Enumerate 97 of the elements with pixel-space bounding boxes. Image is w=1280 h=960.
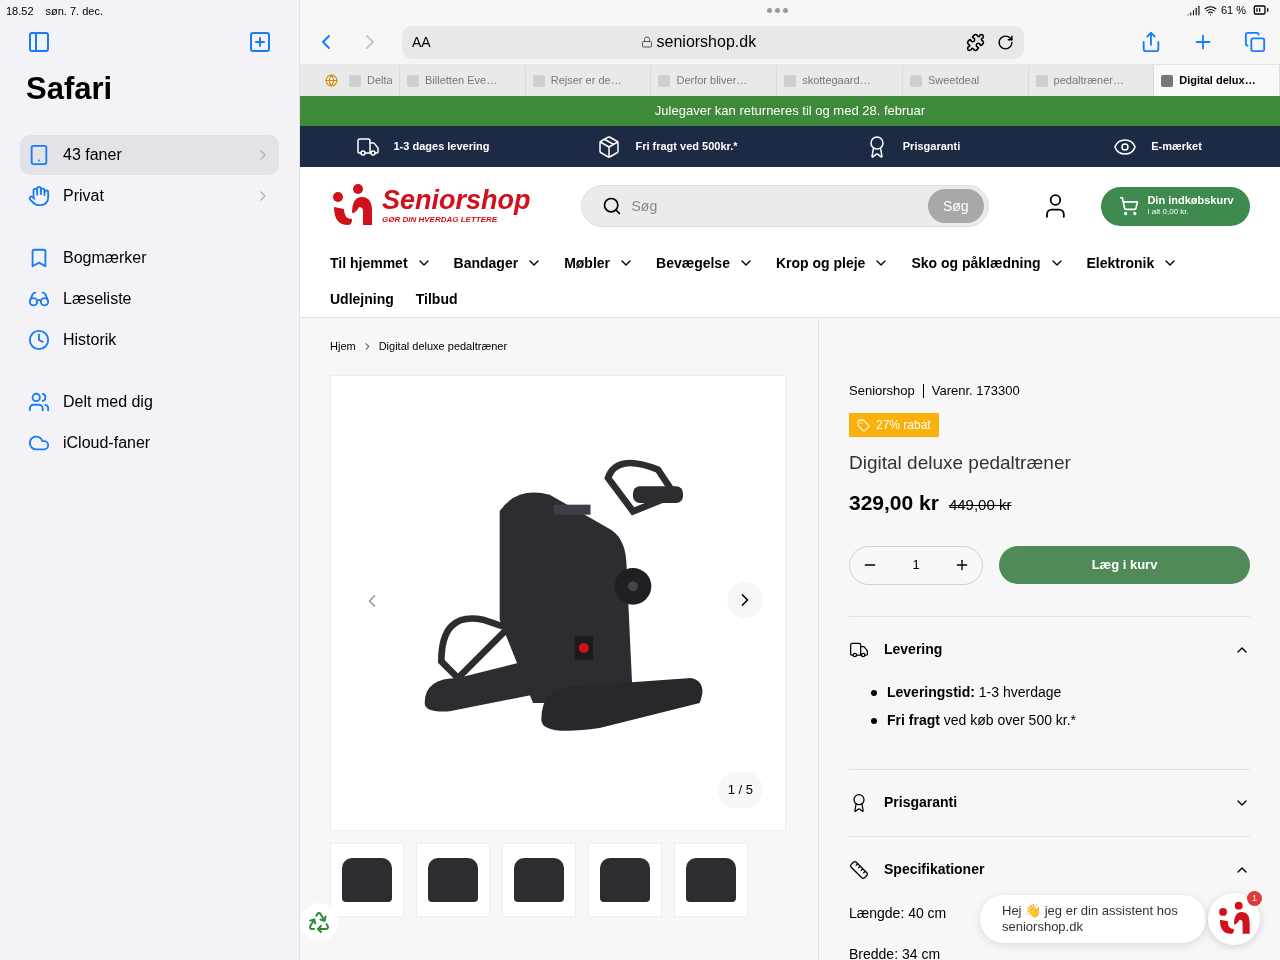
share-icon[interactable] (1140, 31, 1162, 53)
address-bar[interactable]: AA seniorshop.dk (402, 25, 1024, 59)
sidebar-item[interactable]: Delt med dig (20, 381, 279, 422)
browser-tab[interactable]: Delta (342, 65, 400, 96)
delivery-info-text: Fri fragt ved køb over 500 kr.* (887, 711, 1077, 730)
battery-percent: 61 % (1220, 2, 1246, 18)
usp-text: 1-3 dages levering (393, 139, 490, 155)
discount-badge: 27% rabat (849, 413, 939, 437)
spec-text: Bredde: 34 cm (849, 944, 941, 960)
sidebar-item[interactable]: 43 faner (20, 134, 279, 175)
favicon-icon (407, 74, 419, 87)
promo-banner: Julegaver kan returneres til og med 28. februar (300, 96, 1280, 126)
favicon-icon (532, 74, 545, 87)
status-time: 18.52 (6, 4, 34, 19)
cart-total: I alt 0,00 kr. (1147, 206, 1189, 218)
delivery-info-text: Leveringstid: 1-3 hverdage (887, 683, 1062, 702)
search-icon (601, 196, 622, 216)
plus-icon[interactable] (954, 557, 970, 573)
sku-number: Varenr. 173300 (931, 382, 1020, 401)
reload-icon[interactable] (997, 33, 1014, 51)
favicon-icon (1161, 74, 1174, 87)
favicon-icon (784, 74, 797, 87)
image-counter: 1 / 5 (717, 771, 763, 808)
accordion-header[interactable]: Levering (849, 629, 1250, 670)
pinned-tab[interactable] (300, 65, 342, 96)
price: 329,00 kr (849, 489, 939, 516)
favicon-icon (1035, 74, 1048, 87)
wifi-icon (1203, 3, 1217, 17)
favicon-icon (349, 74, 361, 87)
chat-bubble[interactable]: Hej 👋 jeg er din assistent hos seniorshop.dk (980, 895, 1206, 943)
window-dots-icon[interactable] (766, 7, 788, 13)
accordion-header[interactable]: Specifikationer (849, 849, 1250, 890)
ruler-icon (849, 859, 869, 880)
thumbnail-image[interactable] (588, 842, 662, 917)
nav-menu-item[interactable]: Til hjemmet (330, 245, 432, 281)
sidebar-item[interactable]: Bogmærker (20, 237, 279, 278)
brand-name: Seniorshop (849, 382, 915, 401)
thumbnail-image[interactable] (674, 842, 748, 917)
new-tab-group-icon[interactable] (248, 30, 272, 54)
thumbnail-image[interactable] (416, 842, 490, 917)
usp-text: Prisgaranti (902, 139, 961, 155)
clock-icon (28, 328, 50, 351)
sidebar-toggle-icon[interactable] (27, 30, 51, 54)
spec-text: Længde: 40 cm (849, 903, 947, 922)
thumbnail-image[interactable] (330, 842, 404, 917)
text-size-button[interactable]: AA (412, 31, 431, 53)
product-title: Digital deluxe pedaltræner (849, 450, 1072, 475)
sidebar-item[interactable]: Privat (20, 175, 279, 216)
cart-button[interactable]: Din indkøbskurv I alt 0,00 kr. (1101, 186, 1250, 226)
favicon-icon (658, 74, 671, 87)
nav-menu-item[interactable]: Sko og påklædning (911, 245, 1065, 281)
breadcrumb-current: Digital deluxe pedaltræner (378, 339, 508, 354)
people-icon (28, 390, 50, 413)
sidebar-title: Safari (25, 70, 114, 108)
nav-menu-item[interactable]: Krop og pleje (775, 245, 890, 281)
sidebar-item[interactable]: Læseliste (20, 278, 279, 319)
browser-tab[interactable]: skottegaard… (777, 65, 903, 96)
browser-tab[interactable]: Sweetdeal (902, 65, 1029, 96)
hand-icon (28, 184, 50, 207)
nav-menu-item[interactable]: Udlejning (330, 281, 394, 317)
recycle-badge[interactable] (300, 903, 338, 941)
nav-menu-item[interactable]: Møbler (564, 245, 634, 281)
nav-menu-item[interactable]: Bandager (453, 245, 543, 281)
status-date: søn. 7. dec. (45, 4, 103, 19)
chat-avatar-button[interactable]: 1 (1208, 893, 1260, 945)
recycle-icon (307, 910, 331, 934)
nav-menu-item[interactable]: Elektronik (1086, 245, 1179, 281)
extension-icon[interactable] (966, 32, 985, 52)
sidebar-item[interactable]: Historik (20, 319, 279, 360)
cart-icon (1119, 196, 1140, 216)
tag-icon (857, 418, 870, 432)
cart-title: Din indkøbskurv (1147, 194, 1234, 206)
sidebar-item[interactable]: iCloud-faner (20, 422, 279, 463)
add-to-cart-button[interactable]: Læg i kurv (999, 546, 1250, 584)
breadcrumb-link[interactable]: Hjem (330, 338, 356, 355)
favicon-icon (909, 74, 922, 87)
tabs-overview-icon[interactable] (1244, 31, 1266, 53)
nav-menu-item[interactable]: Bevægelse (656, 245, 754, 281)
usp-text: E-mærket (1151, 139, 1202, 155)
lock-icon (640, 36, 653, 48)
old-price: 449,00 kr (948, 494, 1012, 515)
notification-badge: 1 (1247, 891, 1262, 906)
nav-menu-item[interactable]: Tilbud (415, 281, 458, 317)
box-icon (597, 134, 622, 159)
browser-tab[interactable]: pedaltræner… (1028, 65, 1155, 96)
thumbnail-image[interactable] (502, 842, 576, 917)
browser-tab[interactable]: Billetten Eve… (400, 65, 526, 96)
tablet-icon (28, 143, 50, 166)
signal-icon (1186, 3, 1200, 17)
usp-text: Fri fragt ved 500kr.* (635, 139, 738, 155)
browser-tab[interactable]: Rejser er de… (525, 65, 652, 96)
favicon-icon (325, 74, 338, 87)
browser-tab[interactable]: Derfor bliver… (651, 65, 778, 96)
url-text: seniorshop.dk (656, 32, 757, 52)
logo[interactable]: Seniorshop GØR DIN HVERDAG LETTERE (330, 183, 531, 229)
logo-mark-icon (1216, 901, 1252, 937)
accordion-header[interactable]: Prisgaranti (849, 782, 1250, 823)
